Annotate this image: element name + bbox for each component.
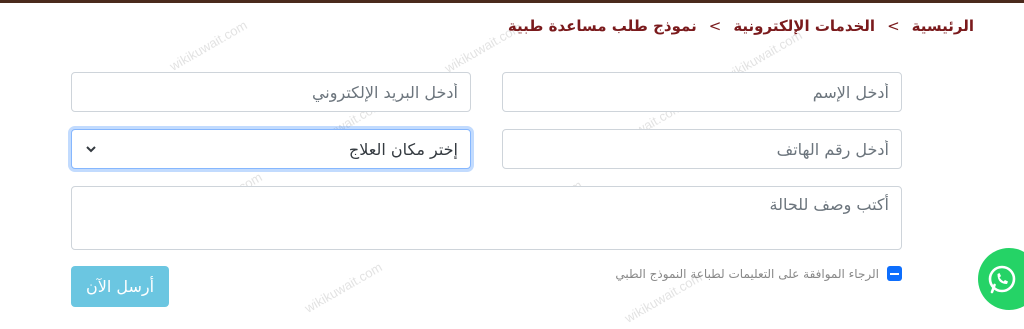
breadcrumb-current-page: نموذج طلب مساعدة طبية xyxy=(507,17,697,35)
chevron-down-icon xyxy=(84,142,98,156)
phone-input[interactable] xyxy=(502,129,902,169)
submit-button[interactable]: أرسل الآن xyxy=(71,266,169,307)
breadcrumb-separator: > xyxy=(708,17,722,35)
whatsapp-button[interactable] xyxy=(978,248,1024,310)
treatment-location-select-value: إختر مكان العلاج xyxy=(348,139,458,159)
watermark-text: wikikuwait.com xyxy=(167,17,250,74)
breadcrumb-eservices-link[interactable]: الخدمات الإلكترونية xyxy=(733,17,875,35)
terms-label: الرجاء الموافقة على التعليمات لطباعة الن… xyxy=(615,266,879,281)
breadcrumb-home-link[interactable]: الرئيسية xyxy=(912,17,974,35)
email-input[interactable] xyxy=(71,72,471,112)
indeterminate-icon xyxy=(890,272,899,275)
top-border-bar xyxy=(0,0,1024,3)
treatment-location-select[interactable]: إختر مكان العلاج xyxy=(71,129,471,169)
name-input[interactable] xyxy=(502,72,902,112)
breadcrumb-separator: > xyxy=(887,17,900,35)
terms-agreement: الرجاء الموافقة على التعليمات لطباعة الن… xyxy=(615,266,902,281)
terms-checkbox[interactable] xyxy=(887,266,902,281)
case-description-textarea[interactable] xyxy=(71,186,902,250)
whatsapp-icon xyxy=(988,265,1016,294)
watermark-text: wikikuwait.com xyxy=(302,259,385,316)
breadcrumb: الرئيسية > الخدمات الإلكترونية > نموذج ط… xyxy=(508,17,974,35)
